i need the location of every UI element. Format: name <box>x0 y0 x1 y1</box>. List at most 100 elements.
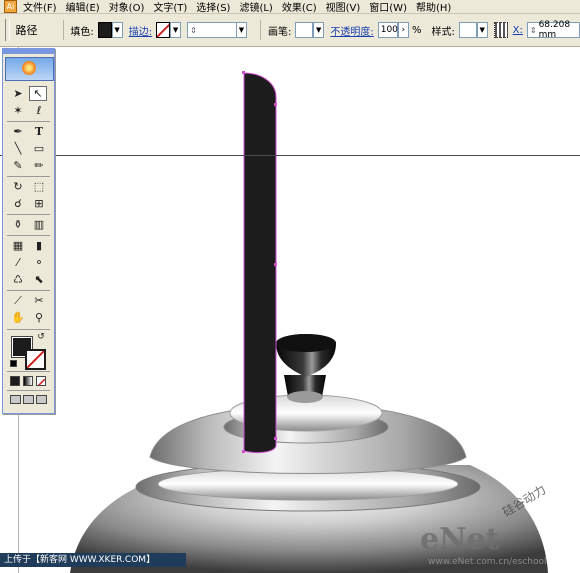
mesh-tool-icon[interactable]: ▦ <box>9 238 27 253</box>
live-paint-selection-tool-icon[interactable]: ⬉ <box>30 272 48 287</box>
fill-swatch[interactable] <box>97 22 112 38</box>
pencil-tool-icon[interactable]: ✏ <box>30 158 48 173</box>
color-mode-button[interactable] <box>10 376 20 386</box>
selection-type-label: 路径 <box>15 24 38 37</box>
zoom-tool-icon[interactable]: ⚲ <box>30 310 48 325</box>
lid-knob-base <box>287 391 323 403</box>
none-slash-icon <box>27 351 44 368</box>
menu-view[interactable]: 视图(V) <box>326 0 361 14</box>
scissors-tool-icon[interactable]: ✂ <box>30 293 48 308</box>
menu-bar: Ai 文件(F) 编辑(E) 对象(O) 文字(T) 选择(S) 滤镜(L) 效… <box>0 0 580 14</box>
x-label[interactable]: X: <box>513 25 523 36</box>
paintbrush-tool-icon[interactable]: ✎ <box>9 158 27 173</box>
divider <box>62 20 64 40</box>
stroke-weight-dropdown[interactable]: ▼ <box>235 22 248 38</box>
stroke-weight-field[interactable]: ⇕ <box>187 22 237 38</box>
selection-tool-icon[interactable]: ➤ <box>9 86 27 101</box>
full-screen-mode-button[interactable] <box>36 395 47 404</box>
anchor-point <box>274 437 277 440</box>
brush-dropdown[interactable]: ▼ <box>313 22 325 38</box>
warp-tool-icon[interactable]: ☌ <box>9 196 27 211</box>
artwork <box>70 71 548 573</box>
rectangle-tool-icon[interactable]: ▭ <box>30 141 48 156</box>
handle-shape <box>243 72 277 454</box>
style-field[interactable] <box>458 22 477 38</box>
opacity-link[interactable]: 不透明度: <box>330 23 373 38</box>
none-slash-icon <box>157 23 169 37</box>
gradient-tool-icon[interactable]: ▮ <box>30 238 48 253</box>
lid-knob-top <box>276 334 336 352</box>
menu-object[interactable]: 对象(O) <box>109 0 145 14</box>
stroke-link[interactable]: 描边: <box>129 23 152 38</box>
eyedropper-tool-icon[interactable]: ⁄ <box>9 255 27 270</box>
line-tool-icon[interactable]: ╲ <box>9 141 27 156</box>
horizontal-guide[interactable] <box>0 155 580 156</box>
stepper-arrows-icon: ⇕ <box>190 25 197 35</box>
tools-panel-titlebar[interactable] <box>3 49 54 54</box>
style-label: 样式: <box>431 26 455 38</box>
stroke-swatch[interactable] <box>156 22 170 38</box>
app-logo[interactable] <box>5 57 54 81</box>
none-mode-button[interactable] <box>36 376 46 386</box>
app-icon[interactable]: Ai <box>4 0 17 13</box>
anchor-point <box>242 450 245 453</box>
opacity-arrow-button[interactable]: › <box>397 22 409 38</box>
upload-credit-banner: 上传于【新客网 WWW.XKER.COM】 <box>0 553 186 567</box>
free-transform-tool-icon[interactable]: ⊞ <box>30 196 48 211</box>
slice-tool-icon[interactable]: ⟋ <box>9 293 27 308</box>
divider <box>7 235 50 236</box>
magic-wand-tool-icon[interactable]: ✶ <box>9 103 27 118</box>
none-slash-icon <box>37 378 45 385</box>
type-tool-icon[interactable]: T <box>30 124 48 139</box>
symbol-sprayer-tool-icon[interactable]: ⚱ <box>9 217 27 232</box>
rotate-tool-icon[interactable]: ↻ <box>9 179 27 194</box>
menu-help[interactable]: 帮助(H) <box>416 0 451 14</box>
menu-file[interactable]: 文件(F) <box>23 0 57 14</box>
opacity-field[interactable]: 100 <box>377 22 398 38</box>
x-field[interactable]: ⇕ 68.208 mm <box>526 20 580 40</box>
reference-point-icon[interactable] <box>493 22 508 38</box>
fill-label: 填色: <box>70 26 94 38</box>
panel-grip[interactable] <box>5 19 10 41</box>
lasso-tool-icon[interactable]: ℓ <box>30 103 48 118</box>
standard-screen-mode-button[interactable] <box>10 395 21 404</box>
hand-tool-icon[interactable]: ✋ <box>9 310 27 325</box>
x-value: 68.208 mm <box>538 20 571 40</box>
divider <box>7 329 50 330</box>
divider <box>260 20 261 40</box>
divider <box>7 290 50 291</box>
divider <box>7 214 50 215</box>
menu-effect[interactable]: 效果(C) <box>282 0 317 14</box>
gradient-mode-button[interactable] <box>23 376 33 386</box>
menu-select[interactable]: 选择(S) <box>196 0 230 14</box>
column-graph-tool-icon[interactable]: ▥ <box>30 217 48 232</box>
document-canvas[interactable] <box>0 47 580 573</box>
stepper-arrows-icon: ⇕ <box>529 25 537 35</box>
scale-tool-icon[interactable]: ⬚ <box>30 179 48 194</box>
live-paint-bucket-tool-icon[interactable]: ♺ <box>9 272 27 287</box>
divider <box>7 390 50 391</box>
flower-logo-icon <box>22 61 36 75</box>
swap-fill-stroke-icon[interactable]: ↺ <box>36 332 46 342</box>
fill-dropdown[interactable]: ▼ <box>111 22 123 38</box>
menu-window[interactable]: 窗口(W) <box>369 0 407 14</box>
divider <box>7 371 50 372</box>
divider <box>7 176 50 177</box>
menu-type[interactable]: 文字(T) <box>153 0 187 14</box>
brush-field[interactable] <box>295 22 314 38</box>
blend-tool-icon[interactable]: ⚬ <box>30 255 48 270</box>
stroke-dropdown[interactable]: ▼ <box>169 22 182 38</box>
direct-selection-tool-icon[interactable]: ↖ <box>29 86 47 101</box>
anchor-point <box>242 71 245 74</box>
style-dropdown[interactable]: ▼ <box>476 22 488 38</box>
pen-tool-icon[interactable]: ✒ <box>9 124 27 139</box>
menu-edit[interactable]: 编辑(E) <box>66 0 100 14</box>
default-colors-icon[interactable] <box>10 360 17 367</box>
stroke-color-box[interactable] <box>25 349 46 370</box>
divider <box>7 121 50 122</box>
opacity-value: 100 <box>380 25 398 35</box>
menu-filter[interactable]: 滤镜(L) <box>239 0 272 14</box>
opacity-unit: % <box>411 24 422 36</box>
anchor-point <box>274 263 277 266</box>
full-screen-menu-mode-button[interactable] <box>23 395 34 404</box>
